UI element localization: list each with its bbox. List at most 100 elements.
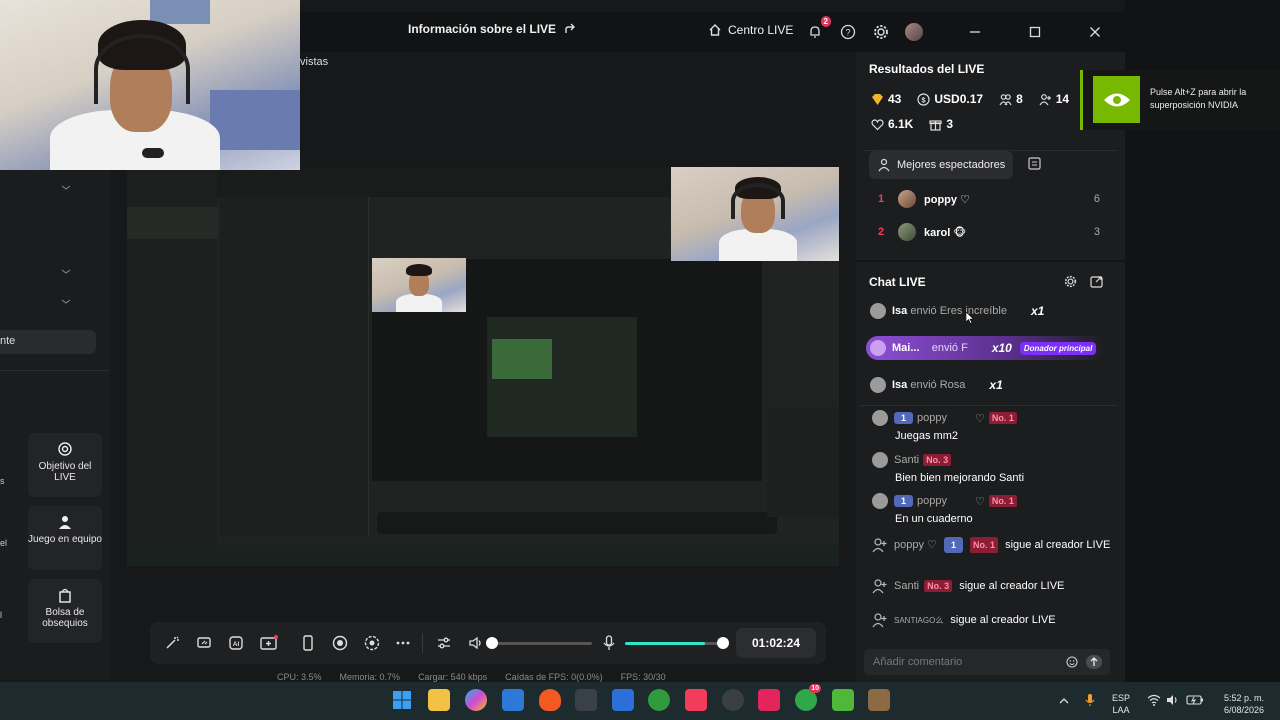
viewers-value: 8 bbox=[1016, 92, 1023, 106]
ai-button[interactable]: AI bbox=[227, 634, 245, 652]
chat-message: 1 poppy ♡ No. 1 En un cuaderno bbox=[872, 493, 1112, 525]
mic-knob[interactable] bbox=[717, 637, 729, 649]
maximize-button[interactable] bbox=[1025, 22, 1045, 42]
speaker-icon bbox=[469, 636, 481, 650]
nested-taskbar bbox=[127, 545, 839, 566]
minimize-button[interactable] bbox=[965, 22, 985, 42]
avatar bbox=[898, 223, 916, 241]
xbox-badge: 10 bbox=[809, 684, 821, 693]
close-button[interactable] bbox=[1085, 22, 1105, 42]
ai-icon: AI bbox=[229, 636, 243, 650]
gear-icon[interactable] bbox=[1064, 275, 1077, 288]
lang-primary: ESP bbox=[1112, 693, 1131, 703]
volume-knob[interactable] bbox=[486, 637, 498, 649]
live-info-link[interactable]: Información sobre el LIVE bbox=[408, 22, 578, 36]
chat-user: poppy bbox=[917, 412, 947, 424]
nvidia-notification[interactable]: Pulse Alt+Z para abrir la superposición … bbox=[1080, 70, 1280, 130]
minecraft-icon[interactable] bbox=[832, 689, 854, 711]
mixer-button[interactable] bbox=[435, 634, 453, 652]
svg-text:?: ? bbox=[845, 28, 850, 38]
xbox-icon[interactable] bbox=[648, 689, 670, 711]
chevron-up-icon[interactable] bbox=[1058, 696, 1070, 706]
mic-button[interactable] bbox=[600, 634, 618, 652]
centro-live-button[interactable]: Centro LIVE bbox=[708, 23, 793, 37]
likes-stat: 6.1K bbox=[871, 117, 913, 131]
store-icon[interactable] bbox=[502, 689, 524, 711]
brave-icon[interactable] bbox=[539, 689, 561, 711]
volume-slider[interactable] bbox=[486, 637, 592, 649]
nested-green bbox=[492, 339, 552, 379]
send-button[interactable] bbox=[1086, 655, 1102, 669]
avatar bbox=[872, 410, 888, 426]
app-icon[interactable] bbox=[575, 689, 597, 711]
wifi-icon[interactable] bbox=[1147, 694, 1161, 706]
profile-button[interactable] bbox=[904, 22, 924, 42]
follow-user: Santi bbox=[894, 580, 920, 592]
emoji-icon[interactable] bbox=[1066, 656, 1078, 668]
add-user-icon bbox=[872, 613, 887, 628]
minecraft-dungeons-icon[interactable] bbox=[868, 689, 890, 711]
follow-user: SANTIAGO么 bbox=[894, 616, 944, 625]
notifications-button[interactable]: 2 bbox=[805, 16, 831, 42]
battery-icon[interactable] bbox=[1186, 694, 1204, 706]
add-source-button[interactable] bbox=[260, 634, 278, 652]
add-user-icon bbox=[872, 538, 887, 553]
sidebar-selected-item[interactable]: nte bbox=[0, 330, 96, 354]
avatar bbox=[872, 452, 888, 468]
tiktok-live-icon[interactable] bbox=[758, 689, 780, 711]
copilot-icon[interactable] bbox=[465, 689, 487, 711]
chevron-down-icon bbox=[61, 269, 71, 274]
nvidia-text: Pulse Alt+Z para abrir la superposición … bbox=[1150, 87, 1247, 110]
clock[interactable]: 5:52 p. m. 6/08/2026 bbox=[1214, 692, 1274, 716]
shirt bbox=[719, 229, 797, 261]
sidebar-edge-label: s bbox=[0, 476, 5, 486]
magic-button[interactable] bbox=[163, 634, 181, 652]
mic-level-fill bbox=[625, 642, 705, 645]
diamonds-value: 43 bbox=[888, 92, 902, 106]
top-viewer-row[interactable]: 1 poppy ♡ 6 bbox=[878, 190, 1100, 208]
webcam-overlay-preview bbox=[671, 167, 839, 261]
gear-icon bbox=[874, 25, 888, 39]
more-button[interactable] bbox=[394, 634, 412, 652]
language-indicator[interactable]: ESP LAA bbox=[1112, 692, 1130, 716]
rank-badge: No. 1 bbox=[988, 412, 1017, 424]
window-title: Información sobre el LIVE bbox=[408, 22, 557, 36]
follow-text: sigue al creador LIVE bbox=[1005, 539, 1111, 551]
mic-slider[interactable] bbox=[625, 637, 729, 649]
card-label: Objetivo del LIVE bbox=[38, 461, 92, 483]
list-icon[interactable] bbox=[1028, 157, 1041, 170]
avatar bbox=[870, 340, 886, 356]
usd-value: USD0.17 bbox=[934, 92, 984, 106]
xbox-app-icon[interactable]: 10 bbox=[795, 684, 821, 711]
team-play-card[interactable]: Juego en equipo bbox=[28, 506, 102, 570]
popout-icon[interactable] bbox=[1090, 275, 1103, 288]
scene-button[interactable] bbox=[195, 634, 213, 652]
divider bbox=[0, 370, 110, 371]
volume-button[interactable] bbox=[467, 634, 485, 652]
editor-icon[interactable] bbox=[612, 689, 634, 711]
centro-live-label: Centro LIVE bbox=[728, 23, 794, 37]
record-app-icon[interactable] bbox=[722, 689, 744, 711]
gift-row: Isa envió Eres increíble x1 bbox=[866, 299, 1106, 323]
help-button[interactable]: ? bbox=[838, 22, 858, 42]
live-goal-card[interactable]: Objetivo del LIVE bbox=[28, 433, 102, 497]
gift-bag-card[interactable]: Bolsa de obsequios bbox=[28, 579, 102, 643]
gift-user: Isa bbox=[892, 379, 908, 391]
viewer-name: poppy ♡ bbox=[924, 193, 970, 206]
speaker-icon[interactable] bbox=[1166, 694, 1180, 706]
right-panel: Resultados del LIVE 43 $ USD0.17 8 14 6.… bbox=[856, 52, 1125, 690]
microphone-icon[interactable] bbox=[1085, 693, 1095, 707]
chat-user: Santi bbox=[894, 454, 920, 466]
phone-button[interactable] bbox=[299, 634, 317, 652]
views-label: vistas bbox=[300, 56, 329, 68]
settings-button[interactable] bbox=[871, 22, 891, 42]
start-button[interactable] bbox=[391, 689, 413, 711]
webcam-overlay bbox=[0, 0, 300, 170]
replay-button[interactable] bbox=[363, 634, 381, 652]
top-viewers-button[interactable]: Mejores espectadores bbox=[869, 151, 1014, 179]
music-icon[interactable] bbox=[685, 689, 707, 711]
top-viewer-row[interactable]: 2 karol 🐵 3 bbox=[878, 223, 1100, 241]
gift-user: Isa bbox=[892, 305, 908, 317]
record-button[interactable] bbox=[331, 634, 349, 652]
file-explorer-icon[interactable] bbox=[428, 689, 450, 711]
